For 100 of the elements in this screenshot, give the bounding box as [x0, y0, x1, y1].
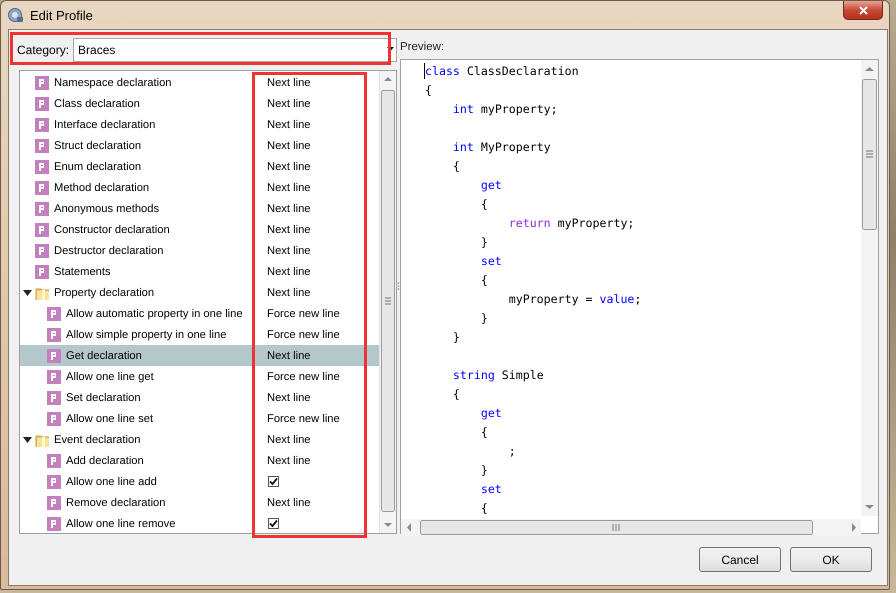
option-value[interactable]: Force new line — [267, 370, 340, 382]
code-line: return myProperty; — [508, 215, 636, 232]
code-line: { — [480, 196, 489, 213]
property-icon — [35, 76, 49, 90]
option-label: Anonymous methods — [54, 202, 160, 214]
code-line: } — [480, 310, 489, 327]
category-dropdown[interactable]: Braces — [73, 38, 397, 62]
code-line: { — [480, 500, 489, 517]
property-icon — [35, 180, 49, 194]
option-value[interactable]: Next line — [267, 98, 311, 110]
option-value[interactable]: Next line — [267, 496, 311, 508]
option-value[interactable]: Next line — [267, 286, 311, 298]
option-label: Set declaration — [66, 392, 142, 404]
tree-row[interactable]: Namespace declaration Next line — [20, 72, 379, 93]
tree-row[interactable]: Method declaration Next line — [20, 177, 379, 198]
property-icon — [47, 516, 61, 530]
tree-row[interactable]: Property declaration Next line — [20, 282, 379, 303]
close-button[interactable] — [843, 1, 883, 20]
option-value[interactable]: Next line — [267, 392, 311, 404]
tree-row[interactable]: Struct declaration Next line — [20, 135, 379, 156]
option-value[interactable]: Next line — [267, 454, 311, 466]
option-value[interactable]: Next line — [267, 140, 311, 152]
code-line: { — [480, 424, 489, 441]
option-value[interactable]: Next line — [267, 160, 311, 172]
option-value[interactable]: Next line — [267, 244, 311, 256]
tree-row[interactable]: Enum declaration Next line — [20, 156, 379, 177]
code-line: } — [480, 462, 489, 479]
close-icon — [858, 6, 868, 14]
option-label: Allow one line add — [66, 476, 158, 488]
property-icon — [35, 160, 49, 174]
option-value[interactable]: Next line — [267, 266, 311, 278]
horizontal-scrollbar[interactable] — [401, 519, 861, 536]
property-icon — [47, 306, 61, 320]
property-icon — [35, 264, 49, 278]
code-line: int MyProperty — [452, 139, 552, 156]
property-icon — [47, 496, 61, 510]
tree-row[interactable]: Anonymous methods Next line — [20, 198, 379, 219]
checkbox[interactable] — [268, 518, 279, 529]
vertical-scrollbar[interactable] — [861, 60, 878, 516]
tree-row[interactable]: Add declaration Next line — [20, 450, 379, 471]
tree-row[interactable]: Event declaration Next line — [20, 429, 379, 450]
dialog-button[interactable]: OK — [790, 547, 872, 572]
option-label: Namespace declaration — [54, 76, 173, 88]
option-value[interactable]: Next line — [267, 76, 311, 88]
window-title: Edit Profile — [30, 8, 93, 22]
tree-row[interactable]: Get declaration Next line — [20, 345, 379, 366]
option-value[interactable]: Next line — [267, 182, 311, 194]
property-icon — [47, 328, 61, 342]
option-label: Allow one line get — [66, 370, 155, 382]
tree-row[interactable]: Allow one line set Force new line — [20, 408, 379, 429]
tree-row[interactable]: Allow simple property in one line Force new line — [20, 324, 379, 345]
option-label: Remove declaration — [66, 496, 166, 508]
tree-row[interactable]: Constructor declaration Next line — [20, 219, 379, 240]
option-label: Class declaration — [54, 98, 141, 110]
tree-row[interactable]: Allow one line remove — [20, 513, 379, 534]
option-value[interactable]: Force new line — [267, 308, 340, 320]
tree-row[interactable]: Class declaration Next line — [20, 93, 379, 114]
property-icon — [35, 96, 49, 110]
tree-row[interactable]: Interface declaration Next line — [20, 114, 379, 135]
option-value[interactable]: Force new line — [267, 328, 340, 340]
code-line: } — [452, 329, 461, 346]
app-icon — [8, 7, 24, 23]
option-label: Add declaration — [66, 454, 145, 466]
option-value[interactable]: Next line — [267, 434, 311, 446]
collapse-arrow-icon[interactable] — [23, 288, 33, 298]
dialog-button[interactable]: Cancel — [699, 547, 781, 572]
property-icon — [47, 454, 61, 468]
property-icon — [47, 390, 61, 404]
option-value[interactable]: Next line — [267, 202, 311, 214]
preview-label: Preview: — [400, 41, 446, 53]
tree-row[interactable]: Set declaration Next line — [20, 387, 379, 408]
code-line: { — [452, 386, 461, 403]
option-label: Statements — [54, 266, 112, 278]
tree-row[interactable]: Allow one line add — [20, 471, 379, 492]
category-label: Category: — [17, 43, 70, 57]
option-label: Allow simple property in one line — [66, 328, 228, 340]
code-line: class ClassDeclaration — [425, 63, 580, 80]
folder-icon — [35, 432, 49, 446]
property-icon — [47, 474, 61, 488]
code-line: myProperty = value; — [508, 291, 642, 308]
tree-row[interactable]: Allow one line get Force new line — [20, 366, 379, 387]
option-label: Enum declaration — [54, 160, 142, 172]
code-line: set — [480, 253, 503, 270]
option-label: Allow one line remove — [66, 518, 176, 530]
code-line: { — [480, 272, 489, 289]
checkbox[interactable] — [268, 476, 279, 487]
tree-row[interactable]: Statements Next line — [20, 261, 379, 282]
splitter-grip-icon[interactable] — [397, 281, 400, 291]
code-line: set — [480, 481, 503, 498]
option-value[interactable]: Force new line — [267, 412, 340, 424]
option-value[interactable]: Next line — [267, 118, 311, 130]
tree-row[interactable]: Allow automatic property in one line Force new line — [20, 303, 379, 324]
tree-row[interactable]: Remove declaration Next line — [20, 492, 379, 513]
option-value[interactable]: Next line — [267, 224, 311, 236]
tree-row[interactable]: Destructor declaration Next line — [20, 240, 379, 261]
property-icon — [35, 138, 49, 152]
collapse-arrow-icon[interactable] — [23, 434, 33, 444]
option-value[interactable]: Next line — [267, 350, 311, 362]
option-label: Get declaration — [66, 350, 143, 362]
property-icon — [35, 222, 49, 236]
